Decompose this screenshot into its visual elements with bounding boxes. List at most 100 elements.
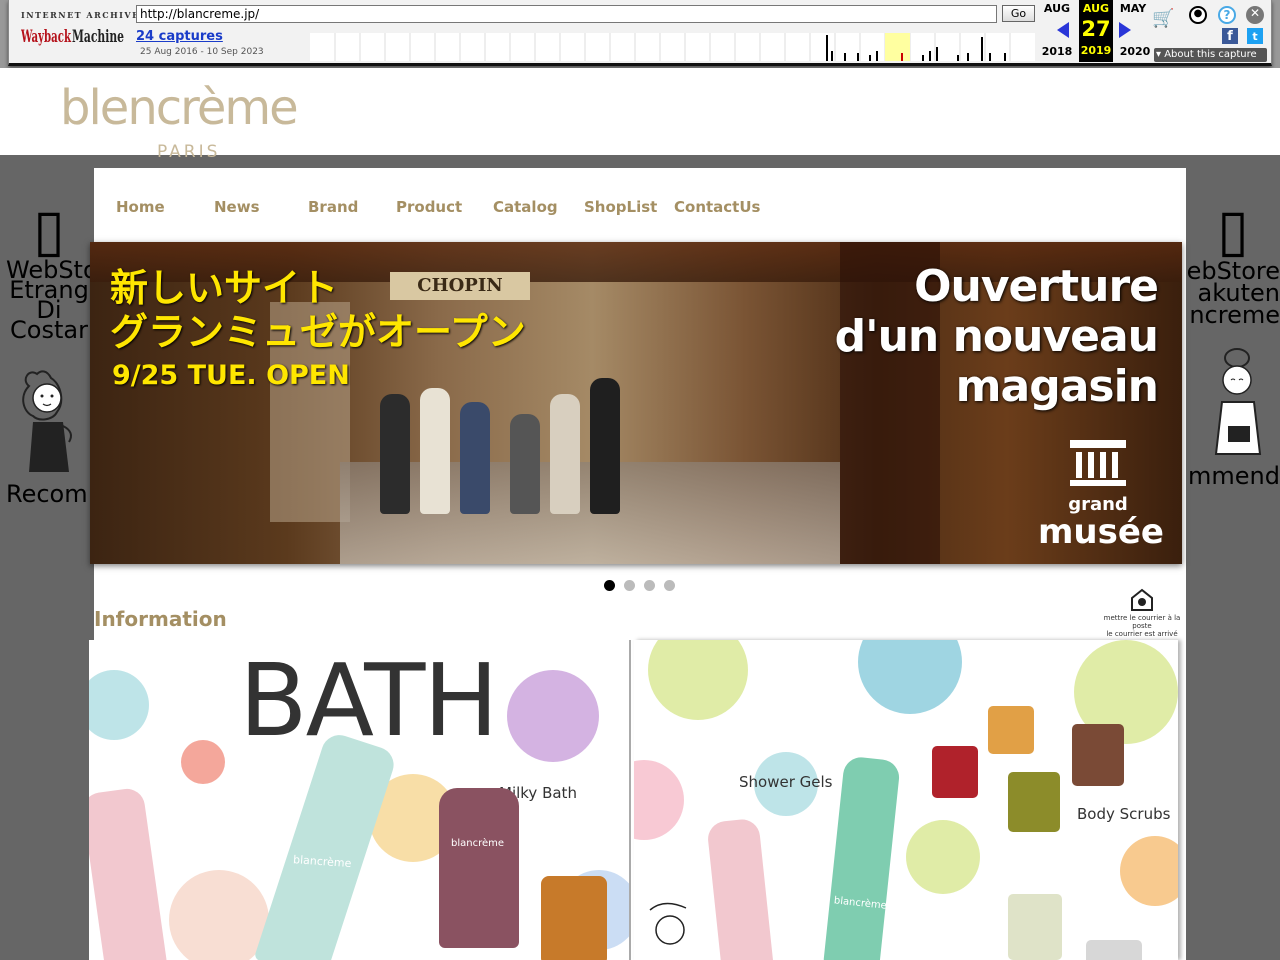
product-bottle: blancrème: [253, 730, 399, 960]
brand-name: blencrème: [60, 80, 299, 136]
product-jar: [932, 746, 978, 798]
bath-title: BATH: [239, 642, 499, 759]
capture-date-range: 25 Aug 2016 - 10 Sep 2023: [140, 47, 264, 57]
product-bottle: [706, 817, 774, 960]
hero-fr-line1: Ouverture: [914, 261, 1159, 312]
nav-shoplist[interactable]: ShopList: [584, 198, 657, 216]
wayback-url-input[interactable]: http://blancreme.jp/: [136, 5, 997, 23]
bottle-brand-label: blancrème: [833, 895, 888, 912]
girl-sketch-illustration: [649, 902, 687, 945]
hero-person: [550, 394, 580, 514]
watercolor-dot: [507, 670, 599, 762]
about-capture-button[interactable]: ▾ About this capture: [1154, 48, 1267, 62]
twitter-icon[interactable]: t: [1247, 28, 1263, 44]
watercolor-dot: [1120, 836, 1178, 906]
product-jar: [1008, 894, 1062, 960]
bottle-brand-label: blancrème: [292, 853, 352, 871]
current-day-label: 27: [1081, 17, 1111, 41]
hero-person: [510, 414, 540, 514]
next-capture-arrow-icon[interactable]: [1119, 22, 1131, 38]
hero-fr-line3: magasin: [955, 361, 1159, 412]
museum-pillar-icon: [1070, 440, 1126, 486]
watercolor-dot: [648, 640, 748, 720]
product-bottle: blancrème: [823, 755, 901, 960]
shower-gels-label: Shower Gels: [739, 773, 833, 791]
nav-home[interactable]: Home: [116, 198, 165, 216]
brand-logo[interactable]: blencrème PARIS: [60, 80, 330, 164]
product-bottle: [541, 876, 607, 960]
nav-catalog[interactable]: Catalog: [493, 198, 558, 216]
svg-text:Wayback: Wayback: [21, 27, 72, 47]
next-year-label[interactable]: 2020: [1117, 45, 1153, 58]
hero-jp-line1: 新しいサイト: [110, 266, 339, 310]
watercolor-dot: [181, 740, 225, 784]
current-year-label: 2019: [1080, 44, 1112, 57]
product-jar: [1086, 940, 1142, 960]
internet-archive-label: INTERNET ARCHIVE: [21, 10, 140, 20]
nav-news[interactable]: News: [214, 198, 260, 216]
watercolor-dot: [89, 670, 149, 740]
next-month-label[interactable]: MAY: [1115, 2, 1151, 15]
hero-jp-line2: グランミュゼがオープン: [110, 310, 526, 354]
hero-person: [420, 388, 450, 514]
wayback-toolbar: INTERNET ARCHIVE Wayback Machine http://…: [0, 0, 1280, 68]
captures-link[interactable]: 24 captures: [136, 29, 223, 44]
watercolor-dot: [906, 820, 980, 894]
product-bottle: [89, 786, 168, 960]
cart-icon[interactable]: ▯: [6, 200, 92, 260]
product-jar: [988, 706, 1034, 754]
close-icon[interactable]: ✕: [1246, 6, 1264, 24]
mailbox-icon: [1131, 588, 1153, 611]
recommend-link-right[interactable]: mmend: [1186, 464, 1280, 486]
watercolor-dot: [169, 870, 269, 960]
recommend-link-left[interactable]: Recom: [6, 482, 92, 504]
hero-french-text: Ouverture d'un nouveau magasin: [835, 261, 1159, 412]
slider-dot[interactable]: [664, 580, 675, 591]
about-capture-label: About this capture: [1164, 49, 1257, 60]
brand-subtitle: PARIS: [157, 142, 221, 162]
mailbox-line2: le courrier est arrivé: [1106, 630, 1178, 638]
watercolor-dot: [858, 640, 962, 714]
slider-dot[interactable]: [604, 580, 615, 591]
facebook-icon[interactable]: f: [1222, 28, 1238, 44]
left-side-panel: ▯ WebSto Etrang Di Costar Recom: [6, 200, 92, 504]
webstore-link-right[interactable]: ebStore akuten ncreme: [1186, 259, 1280, 329]
product-jar: [1008, 772, 1060, 832]
grand-musee-logo: grand musée: [1038, 438, 1164, 552]
prev-capture-arrow-icon[interactable]: [1057, 22, 1069, 38]
left-link-line4: Costar: [10, 316, 88, 344]
watercolor-dot: [634, 760, 684, 840]
prev-month-label[interactable]: AUG: [1039, 2, 1075, 15]
bath-banner[interactable]: BATH Milky Bath blancrème blancrème: [89, 640, 631, 960]
bottle-brand-label: blancrème: [451, 838, 505, 849]
slider-dot[interactable]: [644, 580, 655, 591]
webstore-link-left[interactable]: WebSto Etrang Di Costar: [6, 258, 92, 344]
go-button[interactable]: Go: [1002, 5, 1035, 22]
cart-icon[interactable]: ▯: [1186, 200, 1280, 260]
capture-sparkline[interactable]: [310, 33, 1035, 61]
mailbox-link[interactable]: mettre le courrier à la poste le courrie…: [1094, 588, 1190, 638]
caret-down-icon: ▾: [1156, 49, 1165, 60]
hero-person: [460, 402, 490, 514]
cart-icon[interactable]: 🛒: [1152, 8, 1174, 29]
body-scrubs-label: Body Scrubs: [1077, 805, 1171, 823]
help-icon[interactable]: ?: [1218, 6, 1236, 24]
nav-product[interactable]: Product: [396, 198, 462, 216]
hero-slide[interactable]: CHOPIN 新しいサイト グランミュゼがオープン 9/25 TUE. OPEN…: [90, 242, 1182, 564]
shower-scrub-banner[interactable]: Shower Gels Body Scrubs blancrème: [634, 640, 1178, 960]
user-account-icon[interactable]: ●: [1189, 6, 1207, 24]
product-jar: [1072, 724, 1124, 786]
nav-contactus[interactable]: ContactUs: [674, 198, 760, 216]
slider-dot[interactable]: [624, 580, 635, 591]
nav-brand[interactable]: Brand: [308, 198, 358, 216]
current-month-label: AUG: [1082, 2, 1110, 15]
right-side-panel: ▯ ebStore akuten ncreme mmend: [1186, 200, 1280, 486]
girl-illustration: [1214, 348, 1262, 455]
prev-year-label[interactable]: 2018: [1039, 45, 1075, 58]
grand-musee-name2: musée: [1038, 512, 1164, 552]
hero-person: [380, 394, 410, 514]
wayback-logo[interactable]: Wayback Machine: [21, 20, 125, 48]
hero-open-date: 9/25 TUE. OPEN: [112, 360, 350, 391]
mailbox-line1: mettre le courrier à la poste: [1103, 614, 1181, 630]
right-link-line3: ncreme: [1189, 301, 1280, 329]
